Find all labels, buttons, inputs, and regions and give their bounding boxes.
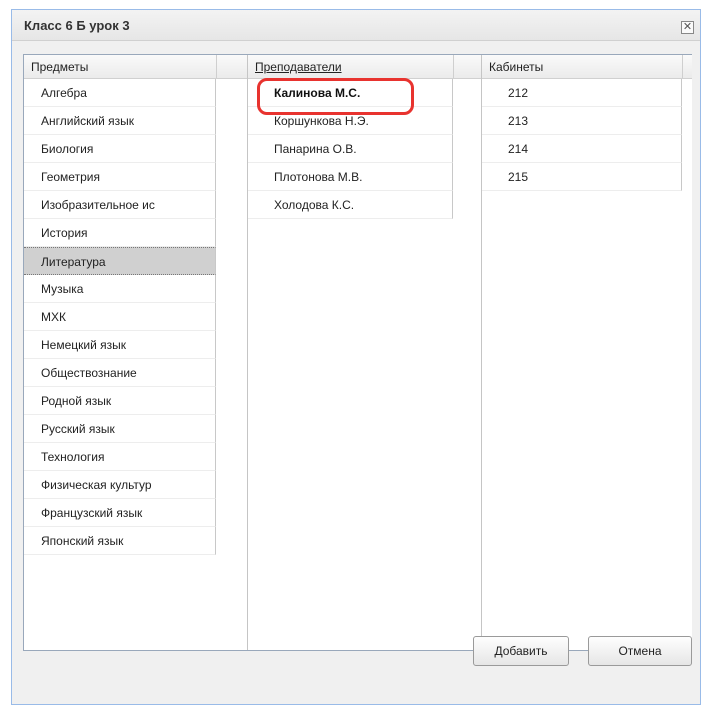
subject-item[interactable]: Алгебра [24, 79, 247, 107]
selection-panels: Предметы Алгебра Английский язык Биология Г… [23, 54, 692, 651]
subjects-column: Предметы Алгебра Английский язык Биология Г… [24, 55, 248, 650]
subject-item[interactable]: Изобразительное ис [24, 191, 247, 219]
subject-item[interactable]: Русский язык [24, 415, 247, 443]
subject-label: Русский язык [24, 415, 216, 443]
subject-item[interactable]: Французский язык [24, 499, 247, 527]
teachers-column: Преподаватели Калинова М.С. Коршункова Н.… [248, 55, 482, 650]
subject-label: Технология [24, 443, 216, 471]
teacher-label: Панарина О.В. [248, 135, 453, 163]
teacher-item[interactable]: Панарина О.В. [248, 135, 481, 163]
subjects-list: Алгебра Английский язык Биология Геометрия И… [24, 79, 247, 555]
column-separator [216, 55, 217, 78]
teachers-header-label: Преподаватели [255, 60, 342, 74]
close-icon[interactable]: ✕ [681, 21, 694, 34]
subject-label: Литература [24, 247, 216, 275]
room-item[interactable]: 213 [482, 107, 692, 135]
subject-label: Японский язык [24, 527, 216, 555]
room-label: 215 [482, 163, 682, 191]
column-separator [453, 55, 454, 78]
add-button[interactable]: Добавить [473, 636, 569, 666]
subject-label: Обществознание [24, 359, 216, 387]
teacher-label: Коршункова Н.Э. [248, 107, 453, 135]
subject-item[interactable]: Английский язык [24, 107, 247, 135]
subject-item[interactable]: Родной язык [24, 387, 247, 415]
subject-label: Физическая культур [24, 471, 216, 499]
teachers-list: Калинова М.С. Коршункова Н.Э. Панарина О.В… [248, 79, 481, 219]
subject-label: Изобразительное ис [24, 191, 216, 219]
column-separator [682, 55, 683, 78]
teacher-item[interactable]: Коршункова Н.Э. [248, 107, 481, 135]
dialog-titlebar[interactable]: Класс 6 Б урок 3 ✕ [12, 10, 700, 41]
subject-item[interactable]: Японский язык [24, 527, 247, 555]
subject-label: Биология [24, 135, 216, 163]
subject-item[interactable]: МХК [24, 303, 247, 331]
room-label: 214 [482, 135, 682, 163]
teacher-label: Плотонова М.В. [248, 163, 453, 191]
subject-label: Французский язык [24, 499, 216, 527]
cancel-button[interactable]: Отмена [588, 636, 692, 666]
room-label: 213 [482, 107, 682, 135]
teacher-item[interactable]: Холодова К.С. [248, 191, 481, 219]
background-edge [0, 0, 11, 707]
subject-item[interactable]: Геометрия [24, 163, 247, 191]
rooms-header-label: Кабинеты [489, 60, 544, 74]
subject-label: Алгебра [24, 79, 216, 107]
teacher-label: Холодова К.С. [248, 191, 453, 219]
subject-item[interactable]: Биология [24, 135, 247, 163]
subject-label: Музыка [24, 275, 216, 303]
room-item[interactable]: 215 [482, 163, 692, 191]
rooms-column: Кабинеты 212 213 214 215 [482, 55, 692, 650]
subject-item[interactable]: Физическая культур [24, 471, 247, 499]
teacher-item[interactable]: Калинова М.С. [248, 79, 481, 107]
subject-label: Геометрия [24, 163, 216, 191]
subjects-header[interactable]: Предметы [24, 55, 247, 79]
subject-item[interactable]: Литература [24, 247, 247, 275]
room-item[interactable]: 214 [482, 135, 692, 163]
lesson-dialog: Класс 6 Б урок 3 ✕ Предметы Алгебра Англи… [11, 9, 701, 705]
room-item[interactable]: 212 [482, 79, 692, 107]
rooms-header[interactable]: Кабинеты [482, 55, 692, 79]
subject-item[interactable]: Технология [24, 443, 247, 471]
teachers-header[interactable]: Преподаватели [248, 55, 481, 79]
subject-label: МХК [24, 303, 216, 331]
subject-label: Немецкий язык [24, 331, 216, 359]
subject-label: Родной язык [24, 387, 216, 415]
subject-item[interactable]: Обществознание [24, 359, 247, 387]
rooms-list: 212 213 214 215 [482, 79, 692, 191]
subjects-header-label: Предметы [31, 60, 89, 74]
subject-label: История [24, 219, 216, 247]
subject-label: Английский язык [24, 107, 216, 135]
teacher-item[interactable]: Плотонова М.В. [248, 163, 481, 191]
subject-item[interactable]: Немецкий язык [24, 331, 247, 359]
subject-item[interactable]: Музыка [24, 275, 247, 303]
room-label: 212 [482, 79, 682, 107]
teacher-label: Калинова М.С. [248, 79, 453, 107]
dialog-title: Класс 6 Б урок 3 [24, 18, 130, 33]
subject-item[interactable]: История [24, 219, 247, 247]
dialog-body: Предметы Алгебра Английский язык Биология Г… [12, 41, 700, 704]
